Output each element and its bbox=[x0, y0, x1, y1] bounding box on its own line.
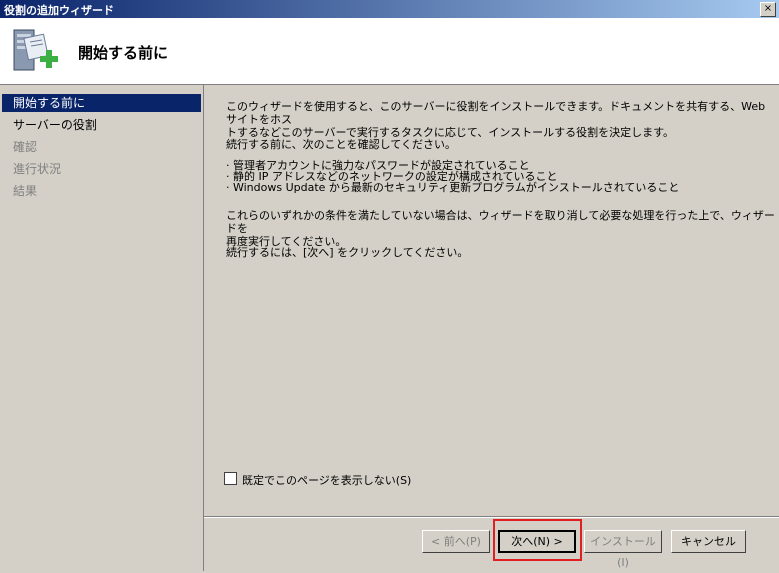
warning-line-1: これらのいずれかの条件を満たしていない場合は、ウィザードを取り消して必要な処理を… bbox=[226, 209, 775, 235]
warning-text: これらのいずれかの条件を満たしていない場合は、ウィザードを取り消して必要な処理を… bbox=[226, 209, 779, 248]
next-button-highlight bbox=[493, 519, 582, 561]
button-separator bbox=[204, 516, 779, 518]
wizard-steps-sidebar: 開始する前に サーバーの役割 確認 進行状況 結果 bbox=[0, 85, 204, 571]
sidebar-item-before-you-begin[interactable]: 開始する前に bbox=[2, 94, 201, 112]
confirm-intro: 続行する前に、次のことを確認してください。 bbox=[226, 138, 457, 151]
continue-text: 続行するには、[次へ] をクリックしてください。 bbox=[226, 246, 469, 259]
prev-button[interactable]: < 前へ(P) bbox=[422, 530, 490, 553]
install-button[interactable]: インストール(I) bbox=[584, 530, 662, 569]
title-bar: 役割の追加ウィザード × bbox=[0, 0, 779, 18]
prerequisite-list: · 管理者アカウントに強力なパスワードが設定されていること · 静的 IP アド… bbox=[226, 160, 679, 193]
sidebar-item-progress: 進行状況 bbox=[13, 162, 62, 176]
intro-line-1: このウィザードを使用すると、このサーバーに役割をインストールできます。ドキュメン… bbox=[226, 100, 766, 126]
window-title: 役割の追加ウィザード bbox=[4, 4, 114, 17]
page-title: 開始する前に bbox=[78, 44, 169, 62]
prerequisite-item: · Windows Update から最新のセキュリティ更新プログラムがインスト… bbox=[226, 181, 680, 194]
skip-page-label[interactable]: 既定でこのページを表示しない(S) bbox=[242, 472, 411, 488]
intro-text: このウィザードを使用すると、このサーバーに役割をインストールできます。ドキュメン… bbox=[226, 100, 779, 139]
skip-page-checkbox[interactable] bbox=[224, 472, 237, 485]
close-button[interactable]: × bbox=[760, 2, 776, 17]
wizard-header: 開始する前に bbox=[0, 18, 779, 85]
sidebar-item-confirmation: 確認 bbox=[13, 140, 38, 154]
sidebar-item-server-roles[interactable]: サーバーの役割 bbox=[2, 116, 201, 134]
cancel-button[interactable]: キャンセル bbox=[671, 530, 746, 553]
wizard-content: このウィザードを使用すると、このサーバーに役割をインストールできます。ドキュメン… bbox=[204, 85, 779, 571]
sidebar-item-results: 結果 bbox=[13, 184, 38, 198]
server-add-icon bbox=[13, 29, 58, 71]
